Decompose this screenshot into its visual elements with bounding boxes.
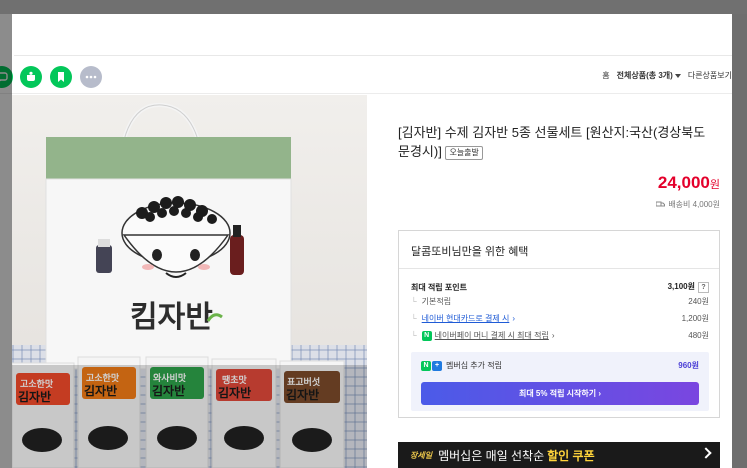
coupon-banner[interactable]: 장세일 멤버십은 매일 선착순 할인 쿠폰 [398,442,720,468]
product-title-text: [김자반] 수제 김자반 5종 선물세트 [원산지:국산(경상북도 문경시)] [398,125,706,159]
more-icon[interactable] [80,66,102,88]
toolbar: 홈 전체상품(총 3개) 다른상품보기 [0,60,732,94]
npay-icon: N [421,330,432,341]
max-points-value: 3,100원 [667,282,695,291]
money-points-value: 480원 [688,331,709,340]
money-points-row: └ N 네이버페이 머니 결제 시 최대 적립 › 480원 [411,330,709,341]
product-info: [김자반] 수제 김자반 5종 선물세트 [원산지:국산(경상북도 문경시)] … [398,95,720,468]
max-points-row: 최대 적립 포인트 3,100원? [411,281,709,293]
overlay-left [0,14,12,468]
card-points-value: 1,200원 [681,314,709,323]
header-bar [14,14,732,56]
membership-row: N + 멤버십 추가 적립 960원 [421,360,699,371]
banner-tag: 장세일 [410,450,433,460]
naver-plus-icon: N + [421,360,442,371]
home-link[interactable]: 홈 [602,70,609,81]
truck-icon [656,201,666,207]
basic-points-value: 240원 [688,297,709,306]
category-dropdown[interactable]: 전체상품(총 3개) [617,70,681,81]
card-points-link[interactable]: 네이버 현대카드로 결제 시 [422,313,510,324]
kakao-icon[interactable] [20,66,42,88]
money-points-link[interactable]: 네이버페이 머니 결제 시 최대 적립 [435,330,549,341]
membership-value: 960원 [678,361,699,370]
product-title: [김자반] 수제 김자반 5종 선물세트 [원산지:국산(경상북도 문경시)] … [398,123,720,161]
photo-overlay [12,365,367,468]
shipping-fee-text: 배송비 4,000원 [668,200,720,209]
price: 24,000원 [658,173,720,193]
membership-label: 멤버십 추가 적립 [446,361,502,370]
max-points-label: 최대 적립 포인트 [411,282,467,292]
shipping-fee: 배송비 4,000원 [656,199,720,210]
overlay-top [0,0,747,14]
start-membership-button[interactable]: 최대 5% 적립 시작하기 › [421,382,699,405]
other-products-link[interactable]: 다른상품보기 [688,70,732,81]
banner-highlight: 할인 쿠폰 [547,448,595,463]
banner-text: 멤버십은 매일 선착순 [438,448,545,463]
chevron-right-icon: › [512,314,515,323]
category-label: 전체상품(총 3개) [616,71,673,80]
basic-points-label: 기본적립 [421,297,452,306]
start-membership-label: 최대 5% 적립 시작하기 [518,389,597,398]
basic-points-row: └ 기본적립 240원 [411,297,709,306]
bookmark-icon[interactable] [50,66,72,88]
benefit-box: 달콤또비님만을 위한 혜택 최대 적립 포인트 3,100원? └ 기본적립 24… [398,230,720,418]
membership-box: N + 멤버십 추가 적립 960원 최대 5% 적립 시작하기 › [411,352,709,411]
chevron-right-icon: › [551,331,555,340]
chevron-right-icon [700,447,712,459]
price-unit: 원 [709,179,720,191]
overlay-right [732,14,747,468]
card-points-row: └ 네이버 현대카드로 결제 시 › 1,200원 [411,313,709,324]
price-value: 24,000 [657,173,710,192]
chevron-down-icon [674,73,681,78]
product-image[interactable]: 킴자반 고소한맛 김자반 고소한맛 김자반 와사비맛 김자반 땡초맛 김자반 표… [12,95,367,468]
help-icon[interactable]: ? [698,282,709,293]
benefit-heading: 달콤또비님만을 위한 혜택 [399,231,719,269]
breadcrumb: 홈 전체상품(총 3개) 다른상품보기 [602,70,732,81]
svg-text:킴자반: 킴자반 [130,300,213,335]
page: 홈 전체상품(총 3개) 다른상품보기 킴자반 고소한맛 김자반 고소한맛 김자… [0,0,747,468]
today-shipping-badge: 오늘출발 [445,145,483,160]
